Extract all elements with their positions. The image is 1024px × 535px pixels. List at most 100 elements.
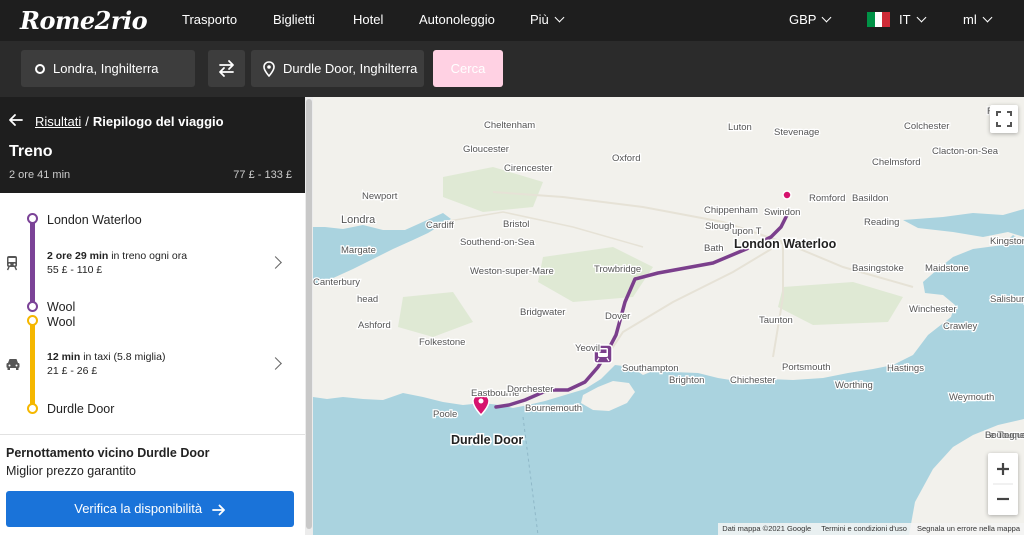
trip-summary-panel: Risultati / Riepilogo del viaggio Treno 2 … bbox=[0, 97, 305, 535]
chevron-down-icon bbox=[822, 12, 832, 23]
map-place-label: Bath bbox=[704, 243, 724, 254]
map-report-error-link[interactable]: Segnala un errore nella mappa bbox=[917, 524, 1020, 533]
taxi-duration: 12 min bbox=[47, 351, 81, 363]
back-arrow-icon[interactable] bbox=[8, 112, 24, 128]
map-place-label: Salisbury bbox=[990, 294, 1024, 305]
train-icon bbox=[6, 256, 18, 271]
map-canvas: FelixsLutonStevenageColchesterCheltenham… bbox=[313, 97, 1024, 535]
chevron-right-icon[interactable] bbox=[269, 357, 282, 370]
map-place-label: Dover bbox=[605, 311, 630, 322]
map-place-label: Bournemouth bbox=[525, 403, 582, 414]
taxi-segment-duration-line: 12 min in taxi (5.8 miglia) bbox=[47, 350, 165, 364]
destination-input[interactable]: Durdle Door, Inghilterra bbox=[251, 50, 424, 87]
check-availability-button[interactable]: Verifica la disponibilità bbox=[6, 491, 294, 527]
map-place-label: Stevenage bbox=[774, 127, 819, 138]
map-place-label: Folkestone bbox=[419, 337, 465, 348]
map-place-label: Chippenham bbox=[704, 205, 758, 216]
map-place-label: Trowbridge bbox=[594, 264, 641, 275]
map-place-label: Luton bbox=[728, 122, 752, 133]
map-place-label: Slough bbox=[705, 221, 735, 232]
stop-wool-arrival: Wool bbox=[47, 300, 76, 314]
map-terms-link[interactable]: Termini e condizioni d'uso bbox=[821, 524, 907, 533]
map-place-label: Le Touquet bbox=[985, 430, 1024, 440]
map-place-label: Dorchester bbox=[507, 384, 553, 395]
map-place-label: Yeovil bbox=[575, 343, 600, 354]
map-place-label: Newport bbox=[362, 191, 398, 202]
map-place-label: Southend-on-Sea bbox=[460, 237, 535, 248]
map-place-label: Basildon bbox=[852, 193, 888, 204]
nav-car-rental[interactable]: Autonoleggio bbox=[419, 12, 495, 27]
route-map[interactable]: FelixsLutonStevenageColchesterCheltenham… bbox=[313, 97, 1024, 535]
map-place-label: Taunton bbox=[759, 315, 793, 326]
taxi-distance: in taxi (5.8 miglia) bbox=[83, 351, 166, 363]
map-place-label: Crawley bbox=[943, 321, 978, 332]
language-selector[interactable]: IT bbox=[899, 12, 927, 27]
map-place-label: Romford bbox=[809, 193, 845, 204]
map-place-label: Reading bbox=[864, 217, 899, 228]
scrollbar-thumb[interactable] bbox=[306, 99, 312, 529]
origin-value: Londra, Inghilterra bbox=[53, 61, 159, 76]
map-place-label: Brighton bbox=[669, 375, 704, 386]
chevron-right-icon[interactable] bbox=[269, 256, 282, 269]
segment-end-dot bbox=[27, 403, 38, 414]
location-pin-icon bbox=[263, 61, 275, 77]
currency-selector[interactable]: GBP bbox=[789, 12, 832, 27]
map-place-label: Ashford bbox=[358, 320, 391, 331]
map-place-label: Clacton-on-Sea bbox=[932, 146, 999, 157]
map-place-label: Hastings bbox=[887, 363, 924, 374]
segment-start-dot bbox=[27, 315, 38, 326]
nav-more-label: Più bbox=[530, 12, 549, 27]
route-start-label: London Waterloo bbox=[734, 237, 837, 251]
map-place-label: Margate bbox=[341, 245, 376, 256]
map-place-label: Gloucester bbox=[463, 144, 509, 155]
map-place-label: Swindon bbox=[764, 207, 800, 218]
currency-label: GBP bbox=[789, 12, 817, 27]
origin-input[interactable]: Londra, Inghilterra bbox=[21, 50, 195, 87]
swap-button[interactable] bbox=[208, 50, 245, 87]
route-end-label: Durdle Door bbox=[451, 433, 523, 447]
breadcrumb-separator: / bbox=[85, 114, 89, 129]
nav-more[interactable]: Più bbox=[530, 12, 565, 27]
map-place-label: Worthing bbox=[835, 380, 873, 391]
map-place-label: Colchester bbox=[904, 121, 949, 132]
stop-london-waterloo: London Waterloo bbox=[47, 213, 142, 227]
route-start-marker[interactable] bbox=[782, 190, 792, 200]
user-label: ml bbox=[963, 12, 977, 27]
map-place-label: Portsmouth bbox=[782, 362, 831, 373]
map-place-label: Poole bbox=[433, 409, 457, 420]
sidebar-scrollbar[interactable] bbox=[305, 97, 313, 535]
breadcrumb-results-link[interactable]: Risultati bbox=[35, 114, 81, 129]
fullscreen-button[interactable] bbox=[990, 105, 1018, 133]
fullscreen-icon bbox=[996, 111, 1012, 127]
train-frequency: in treno ogni ora bbox=[111, 250, 188, 262]
map-place-label: head bbox=[357, 294, 378, 305]
zoom-in-button[interactable] bbox=[988, 453, 1018, 484]
taxi-segment-info[interactable]: 12 min in taxi (5.8 miglia) 21 £ - 26 £ bbox=[47, 350, 165, 378]
train-segment-duration-line: 2 ore 29 min in treno ogni ora bbox=[47, 249, 187, 263]
train-segment-info[interactable]: 2 ore 29 min in treno ogni ora 55 £ - 11… bbox=[47, 249, 187, 277]
map-place-label: Cheltenham bbox=[484, 120, 535, 131]
top-navigation: Rome2rio Trasporto Biglietti Hotel Auton… bbox=[0, 0, 1024, 41]
rome2rio-logo[interactable]: Rome2rio bbox=[20, 6, 148, 35]
map-place-label: Kingston bbox=[990, 236, 1024, 247]
nav-tickets[interactable]: Biglietti bbox=[273, 12, 315, 27]
map-place-label: Cardiff bbox=[426, 220, 454, 231]
map-data-credit: Dati mappa ©2021 Google bbox=[722, 524, 812, 533]
map-place-label: Oxford bbox=[612, 153, 641, 164]
italy-flag-icon[interactable] bbox=[867, 12, 891, 27]
zoom-out-button[interactable] bbox=[988, 484, 1018, 515]
land-england bbox=[313, 97, 1024, 408]
map-place-label: upon T bbox=[732, 226, 762, 237]
nav-hotel[interactable]: Hotel bbox=[353, 12, 383, 27]
map-place-label: Weymouth bbox=[949, 392, 994, 403]
nav-transport[interactable]: Trasporto bbox=[182, 12, 237, 27]
map-place-label: Southampton bbox=[622, 363, 679, 374]
taxi-icon bbox=[6, 359, 20, 370]
search-button[interactable]: Cerca bbox=[433, 50, 503, 87]
user-menu[interactable]: ml bbox=[963, 12, 993, 27]
stop-wool-departure: Wool bbox=[47, 315, 76, 329]
swap-arrows-icon bbox=[219, 60, 234, 77]
chevron-down-icon bbox=[554, 12, 565, 23]
hotel-promo-subtitle: Miglior prezzo garantito bbox=[6, 464, 136, 478]
trip-duration: 2 ore 41 min bbox=[9, 169, 71, 181]
